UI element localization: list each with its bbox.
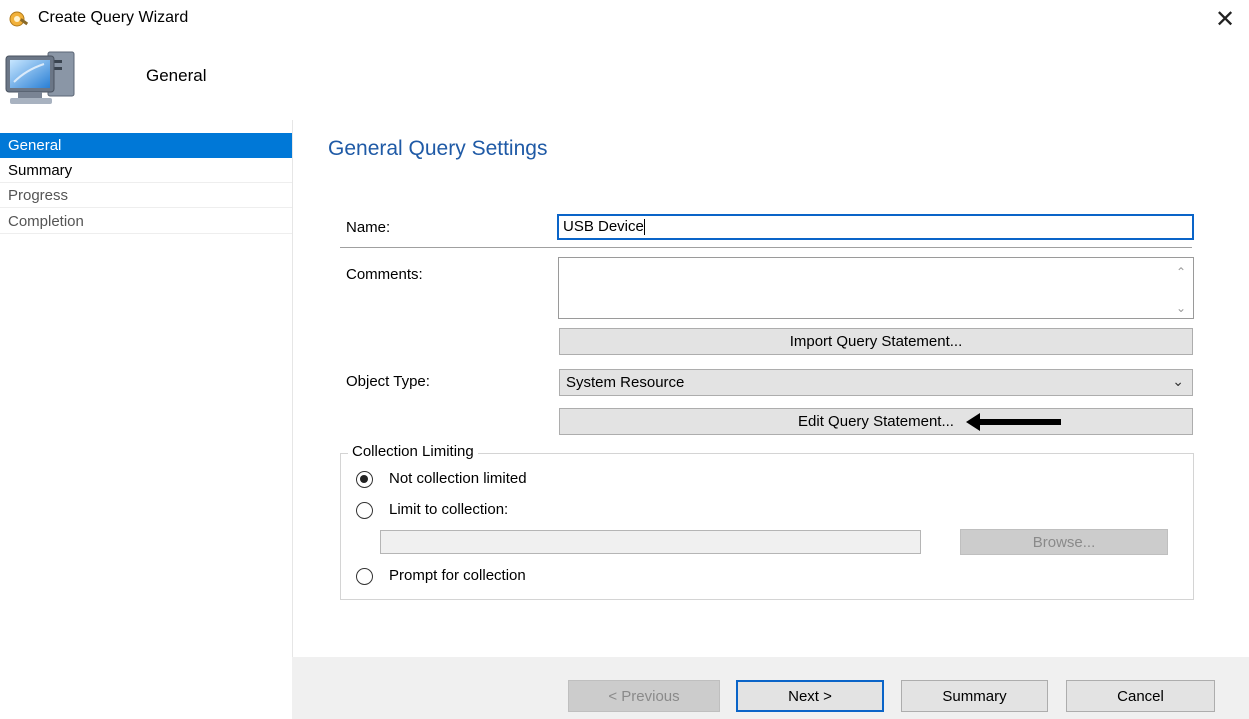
arrow-pointer-icon [966,412,1062,432]
wizard-app-icon [8,8,30,30]
nav-item-summary[interactable]: Summary [0,158,292,183]
object-type-label: Object Type: [346,373,430,390]
computer-icon [4,42,78,108]
import-query-statement-button[interactable]: Import Query Statement... [559,328,1193,355]
collection-field [380,530,921,554]
wizard-nav: General Summary Progress Completion [0,133,292,719]
nav-divider [292,120,293,719]
separator [340,247,1192,248]
prompt-for-collection-radio[interactable] [356,568,373,585]
name-field-value: USB Device [563,218,644,235]
next-button[interactable]: Next > [736,680,884,712]
previous-button: < Previous [568,680,720,712]
scroll-up-icon[interactable]: ⌃ [1175,266,1187,278]
nav-item-progress: Progress [0,183,292,208]
dropdown-chevron-icon: ⌄ [1172,373,1184,389]
nav-item-general[interactable]: General [0,133,292,158]
close-icon[interactable]: ✕ [1208,4,1242,34]
prompt-for-collection-label[interactable]: Prompt for collection [389,567,526,584]
object-type-select[interactable]: System Resource ⌄ [559,369,1193,396]
summary-button[interactable]: Summary [901,680,1048,712]
comments-field[interactable]: ⌃ ⌄ [558,257,1194,319]
limit-to-collection-radio[interactable] [356,502,373,519]
edit-query-statement-button[interactable]: Edit Query Statement... [559,408,1193,435]
not-collection-limited-label[interactable]: Not collection limited [389,470,527,487]
cancel-button[interactable]: Cancel [1066,680,1215,712]
scroll-down-icon[interactable]: ⌄ [1175,302,1187,314]
name-field[interactable]: USB Device [557,214,1194,240]
not-collection-limited-radio[interactable] [356,471,373,488]
name-label: Name: [346,219,391,236]
nav-item-completion: Completion [0,209,292,234]
comments-label: Comments: [346,266,423,283]
collection-limiting-legend: Collection Limiting [348,443,478,460]
object-type-value: System Resource [566,374,685,391]
header-title: General [146,66,207,85]
window-title: Create Query Wizard [38,9,189,26]
browse-button: Browse... [960,529,1168,555]
limit-to-collection-label[interactable]: Limit to collection: [389,501,508,518]
section-title: General Query Settings [328,137,548,160]
